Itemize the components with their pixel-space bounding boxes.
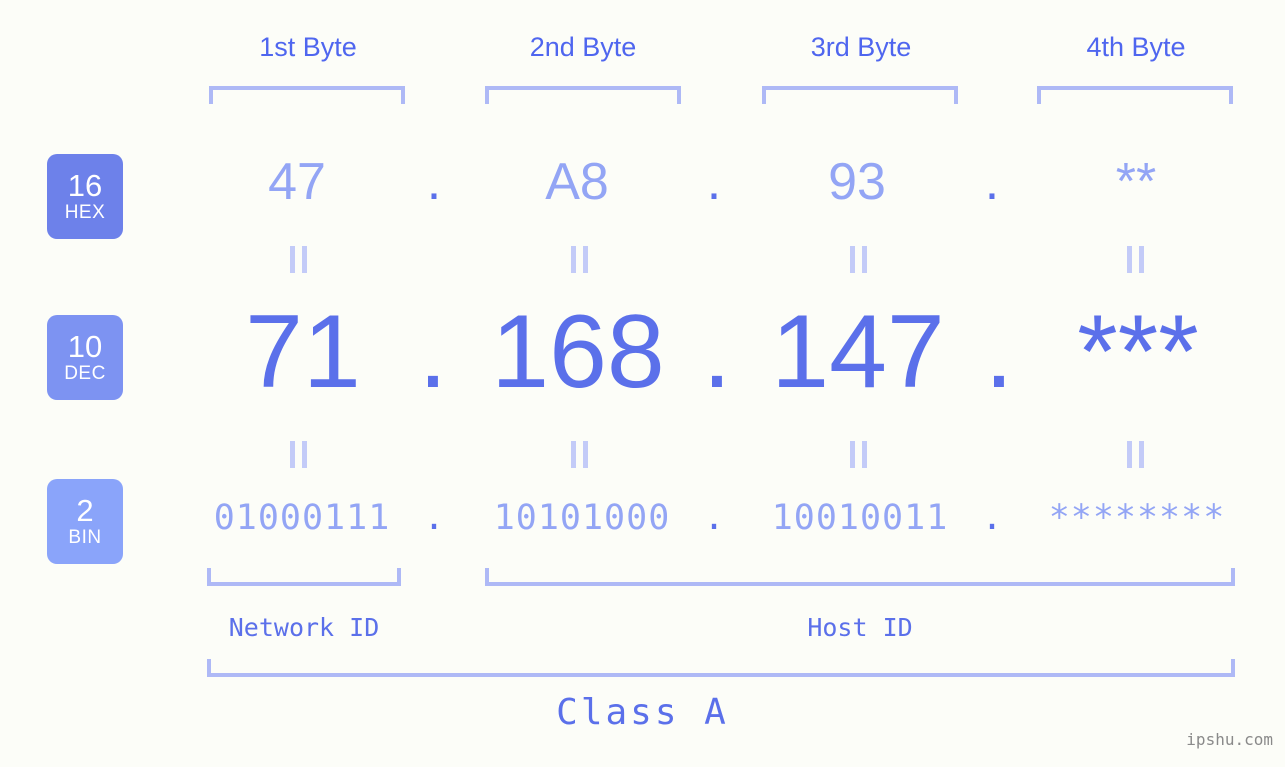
- bin-separator-3: .: [981, 498, 1003, 538]
- hex-separator-2: .: [706, 153, 722, 211]
- bin-value-byte-4: ********: [1048, 498, 1226, 538]
- host-id-bracket: [485, 568, 1235, 586]
- byte-header-label-2: 2nd Byte: [529, 32, 637, 62]
- ip-address-breakdown-diagram: 1st Byte 2nd Byte 3rd Byte 4th Byte 16 H…: [0, 0, 1285, 767]
- site-watermark: ipshu.com: [1186, 730, 1273, 749]
- dec-separator-2: .: [702, 294, 732, 410]
- base-badge-hex: 16 HEX: [47, 154, 123, 239]
- equals-mark-hex-dec-3: [845, 246, 871, 273]
- equals-mark-dec-bin-2: [566, 441, 592, 468]
- network-id-bracket: [207, 568, 401, 586]
- bin-value-byte-3: 10010011: [771, 498, 949, 538]
- base-badge-hex-name: HEX: [64, 202, 106, 223]
- host-id-label: Host ID: [807, 613, 913, 642]
- equals-mark-hex-dec-4: [1122, 246, 1148, 273]
- class-bracket: [207, 659, 1235, 677]
- byte-bracket-top-1: [209, 86, 405, 104]
- class-label: Class A: [556, 692, 729, 733]
- dec-value-byte-3: 147: [771, 294, 945, 410]
- byte-bracket-top-2: [485, 86, 681, 104]
- base-badge-dec-number: 10: [67, 329, 103, 364]
- bin-value-byte-1: 01000111: [213, 498, 391, 538]
- equals-mark-dec-bin-1: [285, 441, 311, 468]
- dec-separator-1: .: [418, 294, 448, 410]
- base-badge-dec-name: DEC: [64, 363, 106, 384]
- dec-value-byte-1: 71: [245, 294, 361, 410]
- bin-value-byte-2: 10101000: [493, 498, 671, 538]
- hex-separator-1: .: [426, 153, 442, 211]
- dec-value-byte-2: 168: [491, 294, 665, 410]
- base-badge-dec: 10 DEC: [47, 315, 123, 400]
- equals-mark-hex-dec-2: [566, 246, 592, 273]
- network-id-label: Network ID: [228, 613, 380, 642]
- byte-bracket-top-3: [762, 86, 958, 104]
- hex-value-byte-1: 47: [268, 153, 326, 211]
- base-badge-hex-number: 16: [67, 168, 103, 203]
- byte-header-label-4: 4th Byte: [1086, 32, 1186, 62]
- hex-value-byte-3: 93: [828, 153, 886, 211]
- byte-bracket-top-4: [1037, 86, 1233, 104]
- bin-separator-2: .: [703, 498, 725, 538]
- equals-mark-dec-bin-4: [1122, 441, 1148, 468]
- bin-separator-1: .: [423, 498, 445, 538]
- hex-separator-3: .: [984, 153, 1000, 211]
- base-badge-bin-number: 2: [76, 493, 94, 528]
- dec-value-byte-4: ***: [1077, 294, 1199, 410]
- dec-separator-3: .: [984, 294, 1014, 410]
- equals-mark-dec-bin-3: [845, 441, 871, 468]
- byte-header-label-3: 3rd Byte: [810, 32, 912, 62]
- equals-mark-hex-dec-1: [285, 246, 311, 273]
- hex-value-byte-2: A8: [545, 153, 609, 211]
- base-badge-bin-name: BIN: [68, 527, 102, 548]
- byte-header-label-1: 1st Byte: [259, 32, 357, 62]
- base-badge-bin: 2 BIN: [47, 479, 123, 564]
- hex-value-byte-4: **: [1115, 153, 1157, 211]
